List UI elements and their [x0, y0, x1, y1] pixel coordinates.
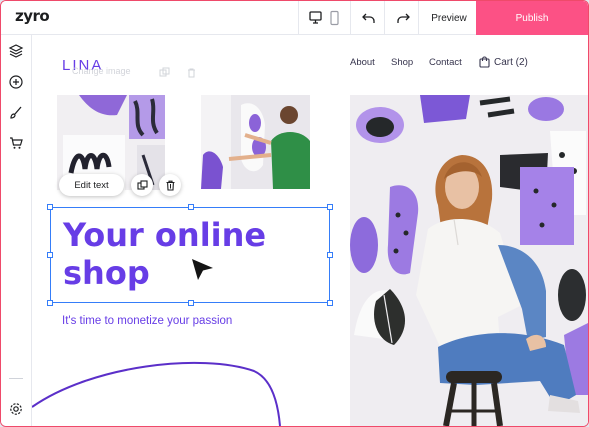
nav-cart[interactable]: Cart (2)	[479, 56, 528, 68]
edit-text-button[interactable]: Edit text	[59, 174, 124, 196]
editor-window: zyro Preview Publish LINA Change image A…	[0, 0, 589, 427]
layers-icon[interactable]	[8, 43, 24, 59]
bag-icon	[479, 56, 490, 68]
zyro-logo: zyro	[15, 7, 50, 25]
divider	[418, 1, 419, 35]
hero-subheadline[interactable]: It's time to monetize your passion	[62, 315, 232, 327]
add-icon[interactable]	[8, 74, 24, 90]
nav-about[interactable]: About	[350, 57, 375, 68]
cart-icon[interactable]	[8, 135, 24, 151]
duplicate-button[interactable]	[131, 174, 153, 196]
top-bar: zyro Preview Publish	[1, 1, 588, 35]
change-image-label: Change image	[72, 66, 131, 76]
sidebar-divider	[9, 378, 23, 379]
gallery-image[interactable]	[201, 95, 310, 189]
hero-image[interactable]	[350, 95, 588, 426]
publish-button[interactable]: Publish	[476, 1, 588, 35]
resize-handle[interactable]	[327, 204, 333, 210]
nav-contact[interactable]: Contact	[429, 57, 462, 68]
preview-button[interactable]: Preview	[422, 1, 476, 35]
woman-sitting-photo	[350, 95, 588, 426]
resize-handle[interactable]	[188, 204, 194, 210]
resize-handle[interactable]	[327, 252, 333, 258]
resize-handle[interactable]	[47, 252, 53, 258]
left-sidebar	[1, 35, 32, 426]
mouse-pointer-icon	[192, 259, 213, 280]
divider	[298, 1, 299, 35]
resize-handle[interactable]	[327, 300, 333, 306]
resize-handle[interactable]	[188, 300, 194, 306]
mobile-icon[interactable]	[326, 10, 344, 26]
cart-label: Cart (2)	[494, 56, 528, 68]
nav-shop[interactable]: Shop	[391, 57, 413, 68]
trash-icon	[166, 180, 174, 191]
divider	[350, 1, 351, 35]
divider	[384, 1, 385, 35]
delete-button[interactable]	[159, 174, 181, 196]
desktop-icon[interactable]	[308, 10, 326, 26]
brush-icon[interactable]	[8, 105, 24, 121]
duplicate-icon	[159, 67, 170, 77]
resize-handle[interactable]	[47, 300, 53, 306]
resize-handle[interactable]	[47, 204, 53, 210]
settings-icon[interactable]	[8, 401, 24, 417]
art-hanging-image	[201, 95, 310, 189]
undo-icon[interactable]	[360, 10, 378, 26]
site-canvas: LINA Change image About Shop Contact Car…	[32, 35, 588, 426]
redo-icon[interactable]	[394, 10, 412, 26]
decorative-curve	[32, 361, 281, 426]
trash-icon	[188, 68, 195, 78]
duplicate-icon	[136, 179, 148, 190]
